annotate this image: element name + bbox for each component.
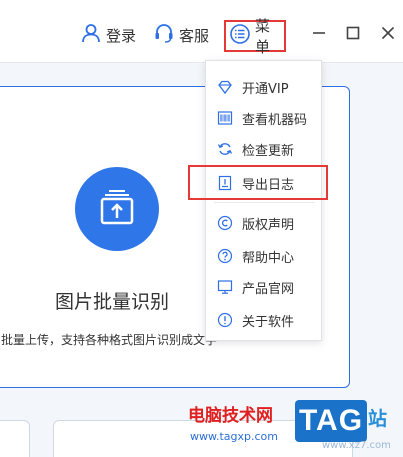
watermark-site-name: 电脑技术网 <box>188 406 273 426</box>
tag-text: TAG <box>298 404 364 437</box>
menu-item-vip[interactable]: 开通VIP <box>206 72 323 102</box>
diamond-icon <box>216 78 234 96</box>
close-icon <box>381 25 395 44</box>
feature-card[interactable] <box>0 420 30 457</box>
menu-item-about[interactable]: 关于软件 <box>206 305 323 335</box>
menu-item-label: 关于软件 <box>242 314 295 330</box>
copyright-icon <box>216 214 234 232</box>
menu-item-website[interactable]: 产品官网 <box>206 272 323 302</box>
menu-item-check-update[interactable]: 检查更新 <box>206 134 323 164</box>
menu-item-label: 检查更新 <box>242 143 295 159</box>
login-button[interactable]: 登录 <box>80 22 136 48</box>
minimize-button[interactable] <box>309 24 329 44</box>
headset-icon <box>153 22 175 48</box>
customer-service-button[interactable]: 客服 <box>153 22 209 48</box>
minimize-icon <box>312 25 326 44</box>
refresh-icon <box>216 140 234 158</box>
barcode-icon <box>216 109 234 127</box>
menu-divider <box>214 202 315 203</box>
menu-label: 菜单 <box>255 17 271 56</box>
user-icon <box>80 22 102 48</box>
watermark-zhan: 站 <box>368 408 388 430</box>
maximize-icon <box>346 25 360 44</box>
menu-button[interactable]: 菜单 <box>224 17 286 56</box>
tag-logo: TAG <box>295 400 367 442</box>
info-icon <box>216 311 234 329</box>
maximize-button[interactable] <box>343 24 363 44</box>
close-button[interactable] <box>378 24 398 44</box>
monitor-icon <box>216 278 234 296</box>
menu-item-machine-code[interactable]: 查看机器码 <box>206 103 323 133</box>
menu-item-help[interactable]: 帮助中心 <box>206 241 323 271</box>
card-title: 图片批量识别 <box>55 291 170 313</box>
list-icon <box>229 23 251 49</box>
watermark-url-2: www.xz7.com <box>322 440 391 451</box>
menu-item-copyright[interactable]: 版权声明 <box>206 208 323 238</box>
card-subtitle: 批量上传，支持各种格式图片识别成文字 <box>1 333 218 347</box>
upload-icon <box>95 185 139 233</box>
title-bar: 登录 客服 菜单 <box>0 0 403 62</box>
login-label: 登录 <box>106 26 137 45</box>
watermark-url: www.tagxp.com <box>190 430 278 443</box>
menu-item-label: 开通VIP <box>242 81 289 97</box>
service-label: 客服 <box>179 26 210 45</box>
dropdown-menu: 开通VIP 查看机器码 检查更新 导出日志 版权声明 帮助中心 产品官网 关于软… <box>205 60 322 341</box>
menu-item-label: 产品官网 <box>242 281 295 297</box>
help-icon <box>216 247 234 265</box>
upload-button[interactable] <box>75 167 159 251</box>
export-log-highlight <box>188 165 328 200</box>
menu-item-label: 帮助中心 <box>242 250 295 266</box>
menu-item-label: 查看机器码 <box>242 112 308 128</box>
menu-item-label: 版权声明 <box>242 217 295 233</box>
